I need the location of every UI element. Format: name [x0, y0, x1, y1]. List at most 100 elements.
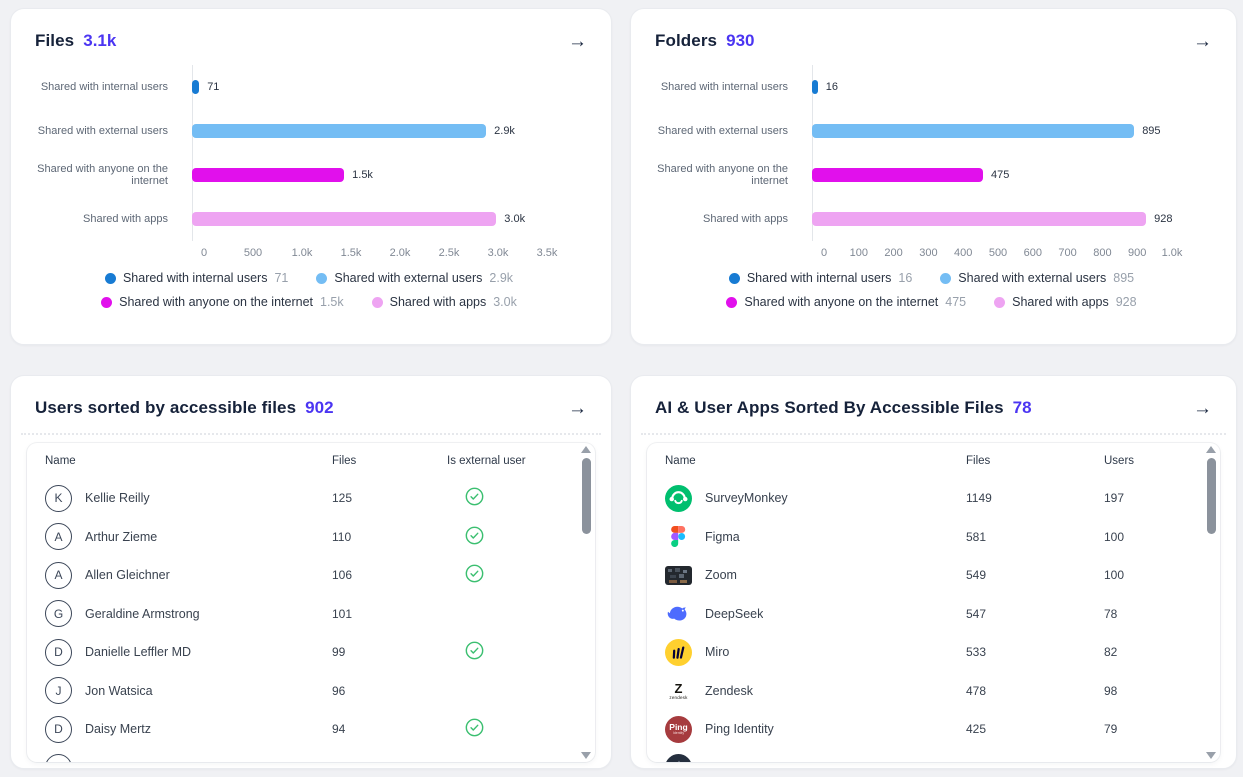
- bar-value-label: 895: [1142, 125, 1160, 137]
- user-name: Arthur Zieme: [85, 530, 157, 544]
- user-name-cell: MMr. George Pacocha: [45, 754, 332, 762]
- scrollbar-thumb[interactable]: [582, 458, 591, 534]
- user-name: Daisy Mertz: [85, 722, 151, 736]
- bar[interactable]: [192, 124, 486, 138]
- legend-item[interactable]: Shared with internal users16: [729, 271, 912, 285]
- bar[interactable]: [192, 80, 199, 94]
- legend-dot-icon: [940, 273, 951, 284]
- bar[interactable]: [812, 168, 983, 182]
- scrollbar-thumb[interactable]: [1207, 458, 1216, 534]
- table-row[interactable]: AArthur Zieme110: [27, 518, 595, 557]
- user-name: Allen Gleichner: [85, 568, 170, 582]
- category-label: Shared with anyone on the internet: [27, 163, 180, 187]
- legend-dot-icon: [101, 297, 112, 308]
- axis-tick-label: 500: [244, 247, 262, 259]
- external-user-check: [447, 641, 577, 663]
- card-header: Users sorted by accessible files 902 →: [11, 376, 611, 418]
- divider: [21, 433, 601, 435]
- card-header: Files 3.1k →: [11, 9, 611, 51]
- table-row[interactable]: Miro53382: [647, 633, 1220, 672]
- bar-track: 928: [812, 212, 1172, 226]
- bar[interactable]: [812, 124, 1134, 138]
- user-name: Geraldine Armstrong: [85, 607, 200, 621]
- open-details-arrow-icon[interactable]: →: [1193, 399, 1212, 418]
- deepseek-logo-icon: [665, 600, 692, 627]
- user-name-cell: A Allen Gleichner: [45, 562, 332, 589]
- files-count: 125: [332, 491, 447, 505]
- apps-table-card: AI & User Apps Sorted By Accessible File…: [630, 375, 1237, 769]
- category-label: Shared with anyone on the internet: [647, 163, 800, 187]
- open-details-arrow-icon[interactable]: →: [568, 399, 587, 418]
- legend-value: 928: [1116, 295, 1137, 309]
- axis-tick-label: 400: [954, 247, 972, 259]
- table-row[interactable]: MMr. George Pacocha92: [27, 749, 595, 763]
- card-count: 930: [726, 31, 754, 51]
- card-title: Folders: [655, 31, 717, 51]
- legend-item[interactable]: Shared with anyone on the internet1.5k: [101, 295, 344, 309]
- scroll-down-icon[interactable]: [581, 752, 591, 759]
- user-name: Jon Watsica: [85, 684, 153, 698]
- chart-plot: Shared with internal users71Shared with …: [27, 65, 591, 241]
- bar-track: 71: [192, 80, 547, 94]
- legend-value: 895: [1113, 271, 1134, 285]
- axis-tick-label: 2.0k: [390, 247, 411, 259]
- users-table-card: Users sorted by accessible files 902 → N…: [10, 375, 612, 769]
- table-row[interactable]: AAllen Gleichner106: [27, 556, 595, 595]
- legend-dot-icon: [316, 273, 327, 284]
- axis-tick-label: 3.5k: [537, 247, 558, 259]
- category-label: Shared with apps: [27, 213, 180, 225]
- avatar: A: [45, 523, 72, 550]
- bar[interactable]: [812, 80, 818, 94]
- table-row[interactable]: Figma581100: [647, 518, 1220, 557]
- legend-label: Shared with apps: [1012, 295, 1109, 309]
- figma-logo-icon: [665, 523, 692, 550]
- scroll-down-icon[interactable]: [1206, 752, 1216, 759]
- legend-item[interactable]: Shared with internal users71: [105, 271, 288, 285]
- avatar: A: [45, 562, 72, 589]
- scrollbar[interactable]: [1205, 446, 1217, 759]
- legend-item[interactable]: Shared with apps 928: [994, 295, 1136, 309]
- bar[interactable]: [812, 212, 1146, 226]
- scroll-up-icon[interactable]: [1206, 446, 1216, 453]
- column-header-name: Name: [45, 455, 332, 467]
- legend-item[interactable]: Shared with apps3.0k: [372, 295, 517, 309]
- card-count: 3.1k: [83, 31, 116, 51]
- bar[interactable]: [192, 168, 344, 182]
- axis-tick-label: 700: [1058, 247, 1076, 259]
- files-count: 96: [332, 684, 447, 698]
- table-row[interactable]: ZzendeskZendesk47898: [647, 672, 1220, 711]
- legend-item[interactable]: Shared with external users2.9k: [316, 271, 513, 285]
- bar-value-label: 475: [991, 169, 1009, 181]
- scroll-up-icon[interactable]: [581, 446, 591, 453]
- legend-value: 71: [274, 271, 288, 285]
- scrollbar[interactable]: [580, 446, 592, 759]
- table-row[interactable]: DDaisy Mertz94: [27, 710, 595, 749]
- avatar: D: [45, 639, 72, 666]
- chart-bar-row: Shared with external users2.9k: [27, 109, 591, 153]
- legend-value: 2.9k: [489, 271, 513, 285]
- table-row[interactable]: AWS IAM Identity Center42395: [647, 749, 1220, 763]
- chart-legend: Shared with internal users16Shared with …: [647, 271, 1216, 309]
- zoom-logo-icon: [665, 562, 692, 589]
- table-row[interactable]: SurveyMonkey1149197: [647, 479, 1220, 518]
- bar[interactable]: [192, 212, 496, 226]
- table-row[interactable]: GGeraldine Armstrong101: [27, 595, 595, 634]
- open-details-arrow-icon[interactable]: →: [1193, 32, 1212, 51]
- check-circle-icon: [465, 564, 484, 583]
- apps-table: Name Files Users SurveyMonkey1149197Figm…: [647, 443, 1220, 762]
- table-row[interactable]: JJon Watsica96: [27, 672, 595, 711]
- legend-label: Shared with internal users: [747, 271, 892, 285]
- legend-item[interactable]: Shared with external users895: [940, 271, 1134, 285]
- card-count: 78: [1013, 398, 1032, 418]
- files-chart-card: Files 3.1k → Shared with internal users7…: [10, 8, 612, 345]
- folders-chart-card: Folders 930 → Shared with internal users…: [630, 8, 1237, 345]
- table-row[interactable]: DDanielle Leffler MD99: [27, 633, 595, 672]
- open-details-arrow-icon[interactable]: →: [568, 32, 587, 51]
- legend-item[interactable]: Shared with anyone on the internet475: [726, 295, 966, 309]
- table-row[interactable]: Zoom549100: [647, 556, 1220, 595]
- table-row[interactable]: KKellie Reilly125: [27, 479, 595, 518]
- table-row[interactable]: PingIdentityPing Identity42579: [647, 710, 1220, 749]
- bar-track: 16: [812, 80, 1172, 94]
- table-row[interactable]: DeepSeek54778: [647, 595, 1220, 634]
- column-header-users: Users: [1104, 455, 1202, 467]
